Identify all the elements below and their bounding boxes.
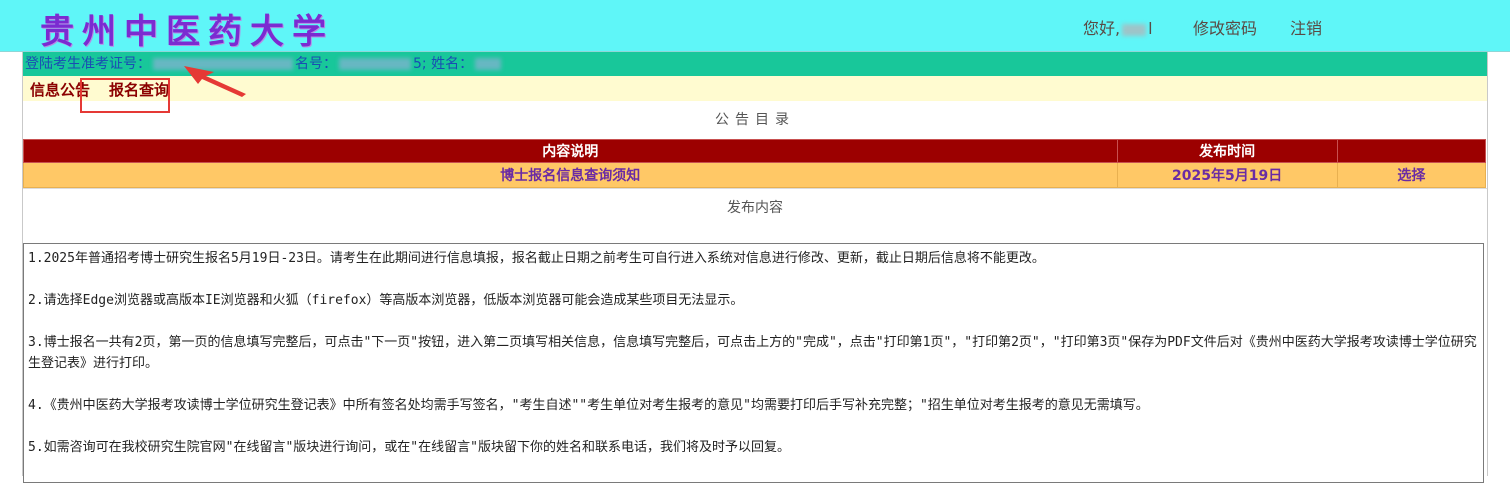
top-header: 贵州中医药大学 您好, l 修改密码 注销 [0, 0, 1510, 52]
registration-number-tail: 5 [413, 56, 422, 72]
announcement-content: 1.2025年普通招考博士研究生报名5月19日-23日。请考生在此期间进行信息填… [23, 243, 1484, 483]
content-paragraph-2: 2.请选择Edge浏览器或高版本IE浏览器和火狐（firefox）等高版本浏览器… [28, 293, 744, 308]
change-password-link[interactable]: 修改密码 [1193, 15, 1257, 39]
publish-content-title: 发布内容 [23, 188, 1487, 249]
registration-number-label: 名号： [295, 56, 337, 72]
red-arrow-icon [184, 66, 246, 97]
greeting-suffix: l [1148, 19, 1153, 38]
content-paragraph-1: 1.2025年普通招考博士研究生报名5月19日-23日。请考生在此期间进行信息填… [28, 251, 1045, 266]
header-date: 发布时间 [1116, 139, 1338, 163]
content-paragraph-5: 5.如需咨询可在我校研究生院官网"在线留言"版块进行询问，或在"在线留言"版块留… [28, 440, 790, 455]
redacted-registration-number [339, 58, 411, 70]
exam-number-label: 登陆考生准考证号： [25, 56, 151, 72]
notice-title: 博士报名信息查询须知 [23, 162, 1118, 188]
catalog-title: 公告目录 [715, 112, 795, 128]
university-logo: 贵州中医药大学 [40, 12, 334, 52]
name-label: ; 姓名： [421, 56, 474, 72]
redacted-name [475, 58, 502, 70]
content-paragraph-3: 3.博士报名一共有2页，第一页的信息填写完整后，可点击"下一页"按钮，进入第二页… [28, 335, 1477, 371]
table-row: 博士报名信息查询须知 2025年5月19日 选择 [23, 162, 1487, 188]
content-paragraph-4: 4.《贵州中医药大学报考攻读博士学位研究生登记表》中所有签名处均需手写签名，"考… [28, 398, 1149, 413]
redacted-username [1122, 23, 1147, 36]
logout-link[interactable]: 注销 [1290, 15, 1322, 39]
user-greeting: 您好, l [1083, 15, 1153, 39]
header-content: 内容说明 [23, 139, 1118, 163]
notice-table: 内容说明 发布时间 博士报名信息查询须知 2025年5月19日 选择 [23, 139, 1487, 188]
notice-date: 2025年5月19日 [1116, 162, 1338, 188]
greeting-label: 您好, [1083, 19, 1121, 38]
header-action [1336, 139, 1487, 163]
select-link[interactable]: 选择 [1336, 162, 1487, 188]
highlight-box [80, 78, 170, 113]
table-header-row: 内容说明 发布时间 [23, 139, 1487, 163]
main-panel: 登陆考生准考证号： 名号： 5; 姓名： 信息公告 报名查询 公告目录 内容说明 发… [22, 52, 1488, 483]
